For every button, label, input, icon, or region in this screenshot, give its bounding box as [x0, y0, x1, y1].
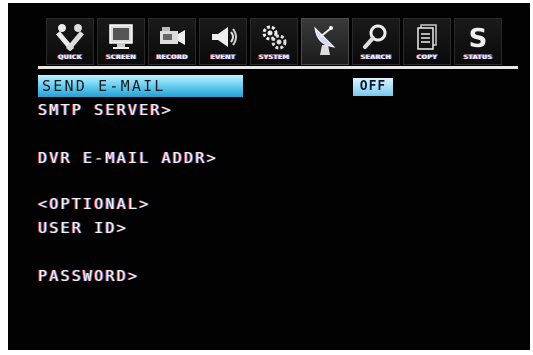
toolbar-divider — [38, 66, 518, 69]
toolbar-item-status[interactable]: S STATUS — [454, 18, 502, 65]
status-s-icon: S — [469, 24, 488, 51]
toolbar-item-screen[interactable]: SCREEN — [97, 18, 145, 65]
svg-text:S: S — [469, 24, 488, 51]
toolbar-item-search[interactable]: SEARCH — [352, 18, 400, 65]
toolbar-item-quick[interactable]: QUICK — [46, 18, 94, 65]
dvr-screen: QUICK SCREEN RECORD EVENT SYSTEM SEARCH … — [8, 3, 530, 350]
password-item[interactable]: PASSWORD> — [38, 265, 139, 287]
toolbar-item-label: SYSTEM — [258, 53, 290, 61]
dvr-email-addr-item[interactable]: DVR E-MAIL ADDR> — [38, 147, 218, 169]
tools-icon — [56, 24, 84, 51]
documents-icon — [417, 24, 437, 50]
magnifier-icon — [363, 24, 387, 49]
toolbar-item-label: SEARCH — [360, 53, 392, 61]
toolbar-item-label: EVENT — [210, 53, 236, 61]
send-email-item[interactable]: SEND E-MAIL — [38, 75, 243, 97]
toolbar-item-label: STATUS — [463, 53, 493, 61]
user-id-item[interactable]: USER ID> — [38, 217, 128, 239]
smtp-server-item[interactable]: SMTP SERVER> — [38, 99, 173, 121]
main-toolbar: QUICK SCREEN RECORD EVENT SYSTEM SEARCH … — [46, 18, 506, 68]
toolbar-item-event[interactable]: EVENT — [199, 18, 247, 65]
toolbar-item-copy[interactable]: COPY — [403, 18, 451, 65]
satellite-dish-icon — [314, 26, 336, 55]
toolbar-item-label: RECORD — [156, 53, 188, 61]
toolbar-item-label: SCREEN — [106, 53, 136, 61]
monitor-icon — [109, 24, 133, 49]
optional-label: <OPTIONAL> — [38, 195, 151, 213]
toolbar-item-label: QUICK — [57, 53, 83, 61]
toolbar-item-label: COPY — [416, 53, 438, 61]
gears-icon — [262, 25, 287, 50]
toolbar-item-record[interactable]: RECORD — [148, 18, 196, 65]
toolbar-item-network[interactable] — [301, 18, 349, 65]
camera-icon — [160, 27, 185, 45]
megaphone-icon — [212, 27, 237, 47]
send-email-value[interactable]: OFF — [353, 78, 393, 96]
toolbar-item-system[interactable]: SYSTEM — [250, 18, 298, 65]
